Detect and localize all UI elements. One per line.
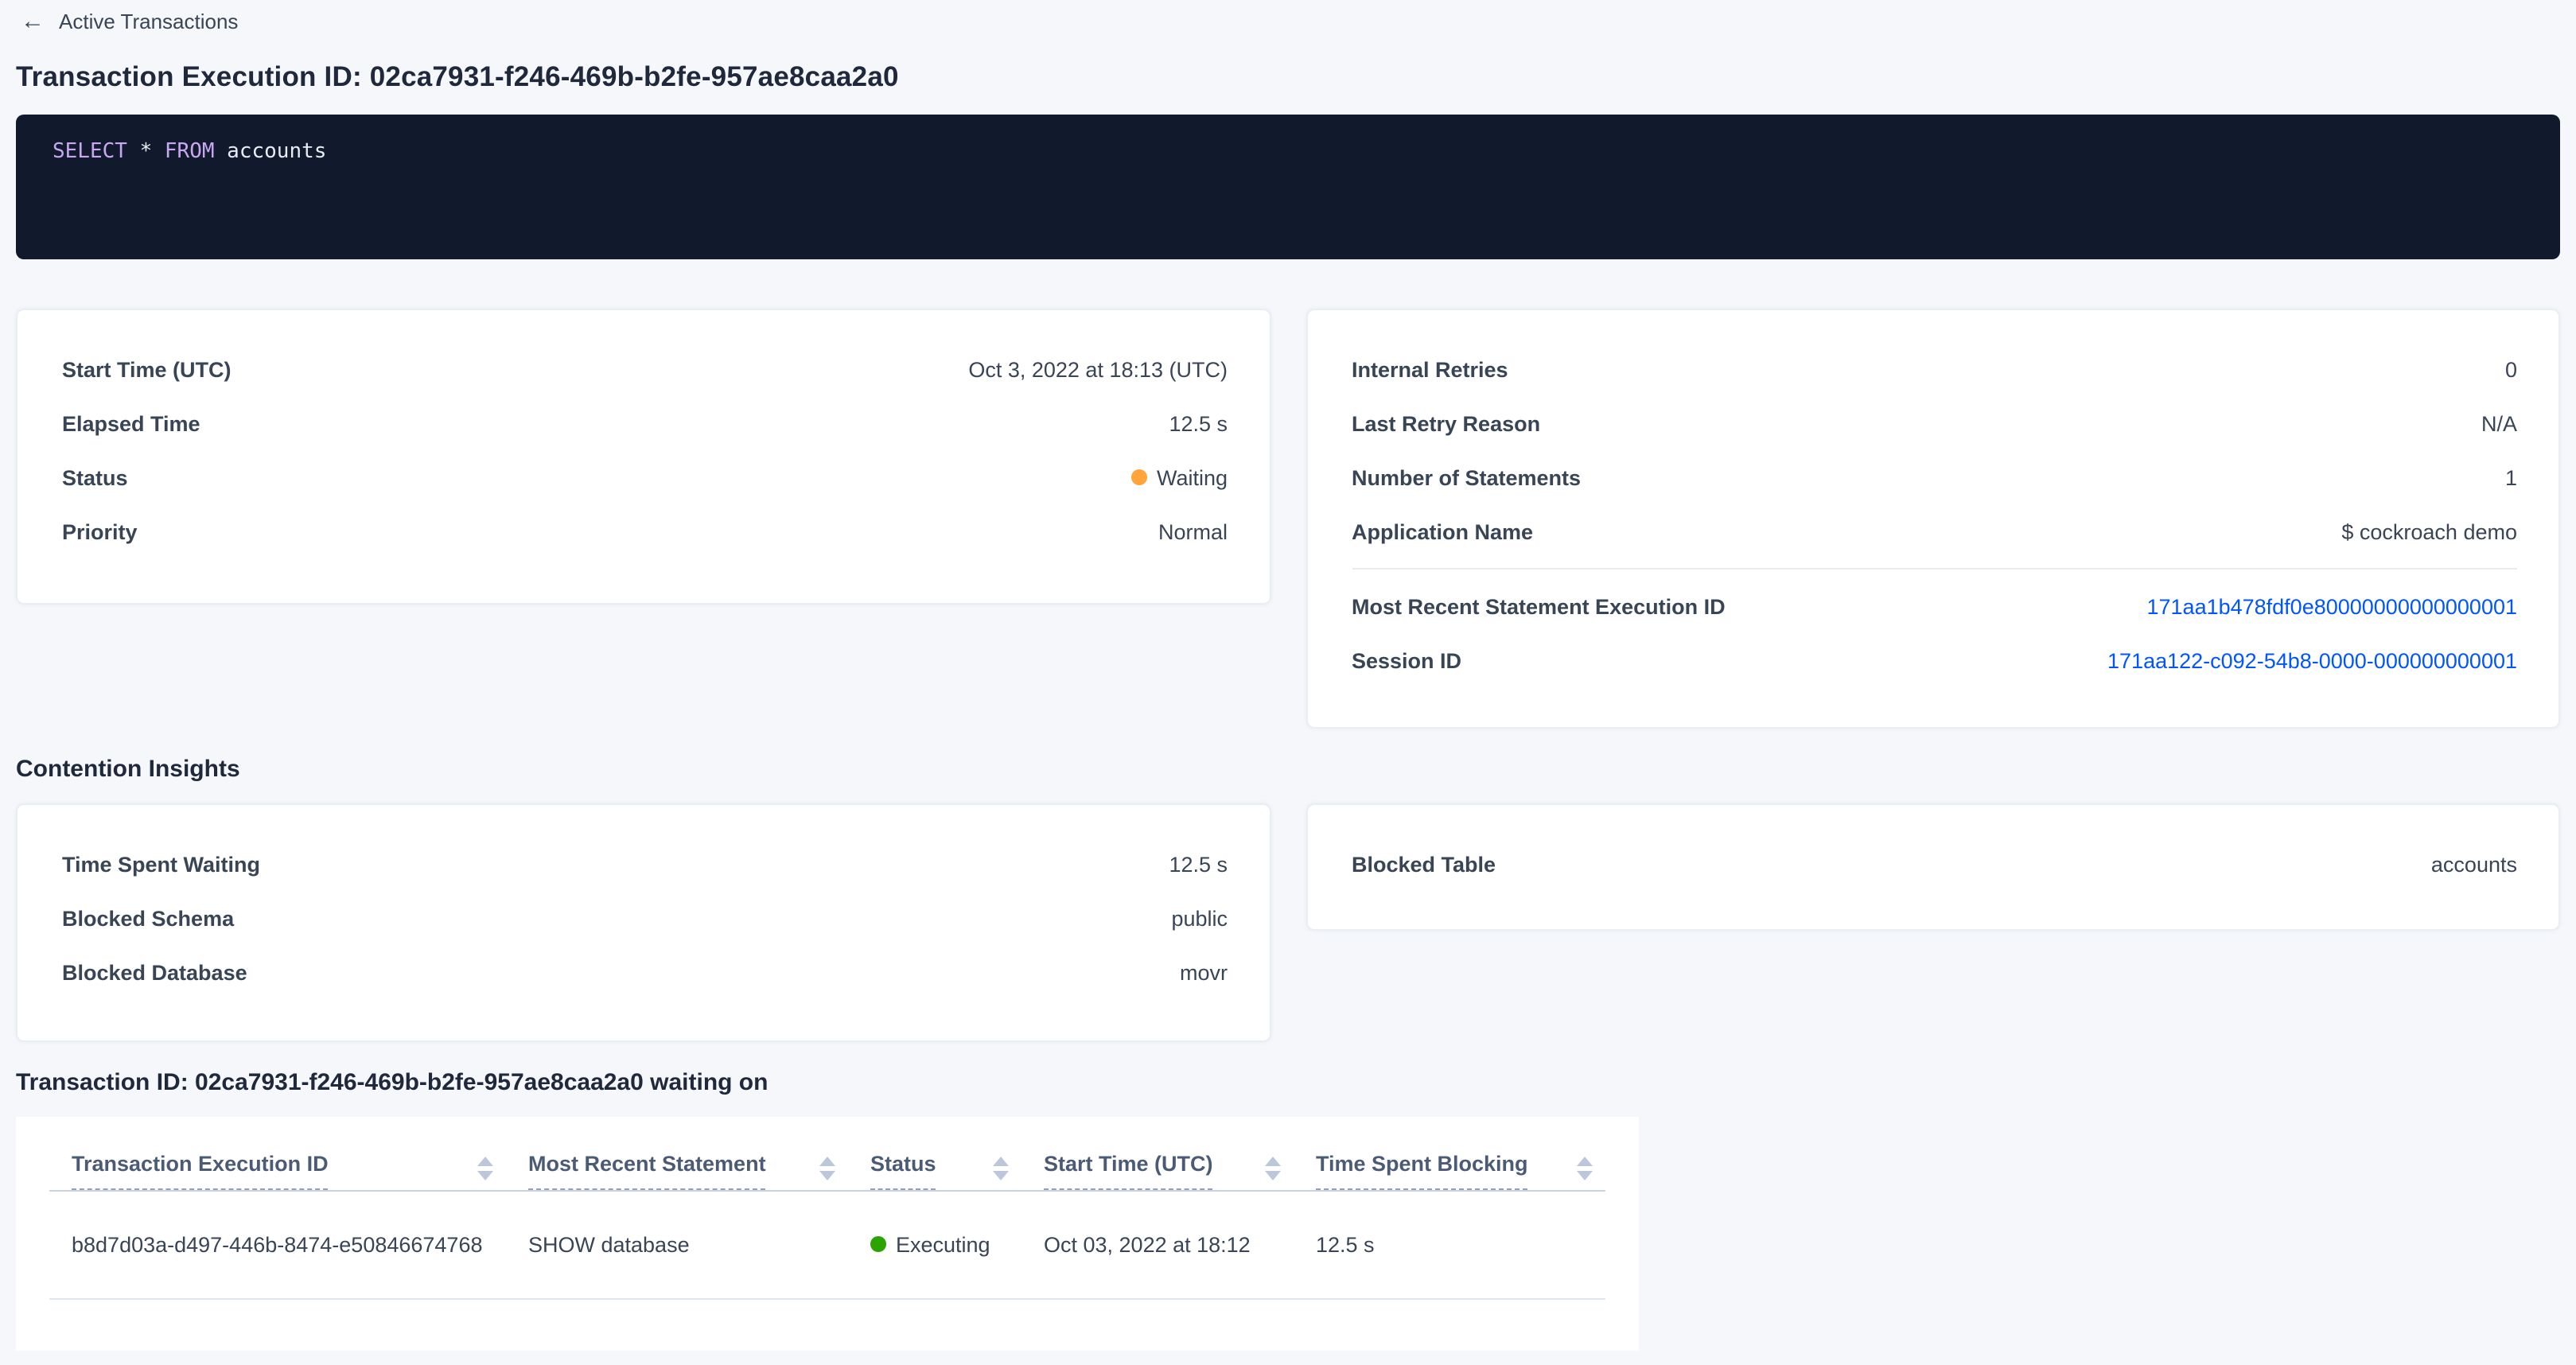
elapsed-time-label: Elapsed Time bbox=[62, 411, 200, 435]
table-row: b8d7d03a-d497-446b-8474-e50846674768 SHO… bbox=[49, 1192, 1605, 1300]
internal-retries-label: Internal Retries bbox=[1352, 357, 1508, 381]
status-waiting-dot-icon bbox=[1131, 469, 1147, 485]
back-arrow-icon: ← bbox=[21, 10, 45, 33]
details-row-application-name: Application Name $ cockroach demo bbox=[1352, 504, 2517, 558]
blocked-table-value: accounts bbox=[2431, 852, 2517, 876]
column-header-status: Status bbox=[870, 1152, 1044, 1190]
last-retry-reason-value: N/A bbox=[2481, 411, 2517, 435]
contention-right-card: Blocked Table accounts bbox=[1306, 803, 2560, 931]
number-of-statements-label: Number of Statements bbox=[1352, 465, 1581, 489]
summary-row-priority: Priority Normal bbox=[62, 504, 1228, 558]
sort-icon[interactable] bbox=[477, 1157, 493, 1180]
waiting-on-heading: Transaction ID: 02ca7931-f246-469b-b2fe-… bbox=[16, 1069, 2576, 1096]
blocked-database-value: movr bbox=[1180, 960, 1228, 984]
details-card: Internal Retries 0 Last Retry Reason N/A… bbox=[1306, 309, 2560, 729]
row-start-time: Oct 03, 2022 at 18:12 bbox=[1044, 1233, 1316, 1257]
table-header-row: Transaction Execution ID Most Recent Sta… bbox=[49, 1117, 1605, 1192]
last-retry-reason-label: Last Retry Reason bbox=[1352, 411, 1540, 435]
sort-icon[interactable] bbox=[1577, 1157, 1593, 1180]
back-link[interactable]: ← Active Transactions bbox=[0, 0, 238, 33]
sql-operand-star: * bbox=[127, 140, 165, 164]
session-id-label: Session ID bbox=[1352, 648, 1461, 672]
row-status: Executing bbox=[870, 1233, 1044, 1258]
details-row-last-retry-reason: Last Retry Reason N/A bbox=[1352, 396, 2517, 450]
transaction-execution-id-column-label[interactable]: Transaction Execution ID bbox=[72, 1152, 329, 1190]
blocked-table-label: Blocked Table bbox=[1352, 852, 1496, 876]
contention-row-blocked-table: Blocked Table accounts bbox=[1352, 837, 2517, 891]
column-header-most-recent-statement: Most Recent Statement bbox=[528, 1152, 870, 1190]
statement-execution-id-label: Most Recent Statement Execution ID bbox=[1352, 594, 1726, 618]
start-time-value: Oct 3, 2022 at 18:13 (UTC) bbox=[968, 357, 1228, 381]
contention-row-time-spent-waiting: Time Spent Waiting 12.5 s bbox=[62, 837, 1228, 891]
sql-statement: SELECT * FROM accounts bbox=[53, 138, 2528, 167]
application-name-label: Application Name bbox=[1352, 519, 1533, 543]
number-of-statements-value: 1 bbox=[2505, 465, 2517, 489]
time-spent-waiting-label: Time Spent Waiting bbox=[62, 852, 260, 876]
column-header-start-time: Start Time (UTC) bbox=[1044, 1152, 1316, 1190]
contention-insights-heading: Contention Insights bbox=[16, 756, 2576, 783]
row-time-spent-blocking: 12.5 s bbox=[1316, 1233, 1605, 1257]
summary-card: Start Time (UTC) Oct 3, 2022 at 18:13 (U… bbox=[16, 309, 1270, 605]
summary-row-status: Status Waiting bbox=[62, 450, 1228, 504]
summary-row-elapsed-time: Elapsed Time 12.5 s bbox=[62, 396, 1228, 450]
sql-keyword-select: SELECT bbox=[53, 140, 127, 164]
transaction-details-page: ← Active Transactions Transaction Execut… bbox=[0, 0, 2576, 1365]
sort-icon[interactable] bbox=[819, 1157, 835, 1180]
column-header-time-spent-blocking: Time Spent Blocking bbox=[1316, 1152, 1605, 1190]
details-row-session-id: Session ID 171aa122-c092-54b8-0000-00000… bbox=[1352, 633, 2517, 687]
priority-value: Normal bbox=[1158, 519, 1228, 543]
sort-icon[interactable] bbox=[1265, 1157, 1281, 1180]
priority-label: Priority bbox=[62, 519, 138, 543]
application-name-value: $ cockroach demo bbox=[2341, 519, 2517, 543]
start-time-column-label[interactable]: Start Time (UTC) bbox=[1044, 1152, 1213, 1190]
most-recent-statement-column-label[interactable]: Most Recent Statement bbox=[528, 1152, 766, 1190]
sql-operand-table: accounts bbox=[215, 140, 327, 164]
status-executing-dot-icon bbox=[870, 1237, 886, 1253]
row-most-recent-statement: SHOW database bbox=[528, 1233, 870, 1257]
time-spent-blocking-column-label[interactable]: Time Spent Blocking bbox=[1316, 1152, 1528, 1190]
status-executing-text: Executing bbox=[896, 1233, 990, 1257]
start-time-label: Start Time (UTC) bbox=[62, 357, 232, 381]
sql-keyword-from: FROM bbox=[165, 140, 215, 164]
row-transaction-execution-id: b8d7d03a-d497-446b-8474-e50846674768 bbox=[49, 1233, 528, 1257]
column-header-transaction-execution-id: Transaction Execution ID bbox=[49, 1152, 528, 1190]
waiting-on-table: Transaction Execution ID Most Recent Sta… bbox=[16, 1117, 1639, 1351]
details-row-number-of-statements: Number of Statements 1 bbox=[1352, 450, 2517, 504]
blocked-database-label: Blocked Database bbox=[62, 960, 247, 984]
blocked-schema-label: Blocked Schema bbox=[62, 906, 234, 930]
page-title: Transaction Execution ID: 02ca7931-f246-… bbox=[16, 60, 2560, 94]
contention-left-card: Time Spent Waiting 12.5 s Blocked Schema… bbox=[16, 803, 1270, 1042]
blocked-schema-value: public bbox=[1171, 906, 1228, 930]
internal-retries-value: 0 bbox=[2505, 357, 2517, 381]
status-label: Status bbox=[62, 465, 128, 489]
contention-row-blocked-database: Blocked Database movr bbox=[62, 945, 1228, 999]
status-waiting-text: Waiting bbox=[1157, 465, 1228, 489]
summary-row-start-time: Start Time (UTC) Oct 3, 2022 at 18:13 (U… bbox=[62, 342, 1228, 396]
status-badge: Waiting bbox=[1131, 465, 1228, 489]
details-row-statement-execution-id: Most Recent Statement Execution ID 171aa… bbox=[1352, 579, 2517, 633]
elapsed-time-value: 12.5 s bbox=[1169, 411, 1228, 435]
details-row-internal-retries: Internal Retries 0 bbox=[1352, 342, 2517, 396]
statement-execution-id-link[interactable]: 171aa1b478fdf0e80000000000000001 bbox=[2147, 594, 2518, 618]
time-spent-waiting-value: 12.5 s bbox=[1169, 852, 1228, 876]
status-column-label[interactable]: Status bbox=[870, 1152, 936, 1190]
sql-statement-box: SELECT * FROM accounts bbox=[16, 115, 2560, 259]
sort-icon[interactable] bbox=[993, 1157, 1009, 1180]
session-id-link[interactable]: 171aa122-c092-54b8-0000-000000000001 bbox=[2107, 648, 2517, 672]
card-divider bbox=[1352, 568, 2517, 570]
contention-row-blocked-schema: Blocked Schema public bbox=[62, 891, 1228, 945]
back-link-label: Active Transactions bbox=[59, 10, 238, 33]
